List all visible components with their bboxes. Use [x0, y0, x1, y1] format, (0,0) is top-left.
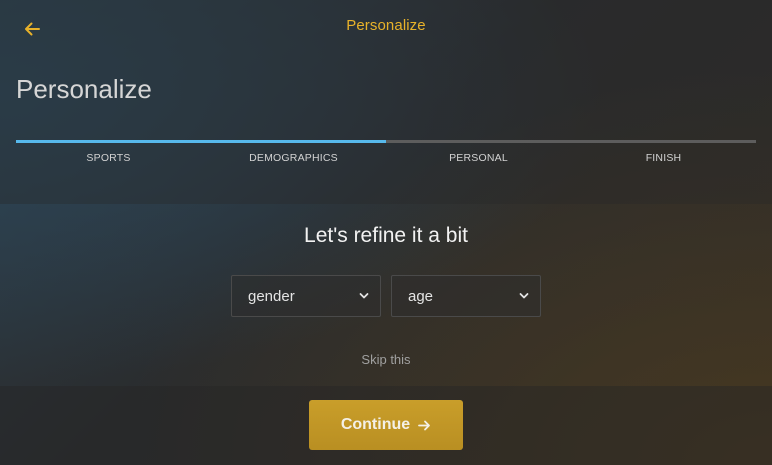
header: Personalize Personalize SPORTS DEMOGRAPH…: [0, 0, 772, 204]
top-bar: Personalize: [0, 0, 772, 56]
page-title: Personalize: [16, 74, 152, 104]
age-select[interactable]: age: [391, 275, 541, 317]
step-demographics[interactable]: DEMOGRAPHICS: [201, 152, 386, 164]
step-finish[interactable]: FINISH: [571, 152, 756, 164]
continue-button-label: Continue: [340, 416, 411, 433]
chevron-down-icon: [519, 293, 529, 299]
section-heading: Let's refine it a bit: [304, 224, 468, 247]
footer: Continue: [0, 386, 772, 465]
progress-bar: [16, 140, 756, 143]
topbar-title: Personalize: [346, 17, 426, 34]
age-select-value: age: [408, 288, 434, 305]
step-sports[interactable]: SPORTS: [16, 152, 201, 164]
progress-fill: [16, 140, 386, 143]
arrow-right-icon: [418, 420, 431, 430]
main-content: Let's refine it a bit gender age Skip th…: [0, 204, 772, 386]
chevron-down-icon: [359, 293, 369, 299]
skip-link[interactable]: Skip this: [0, 352, 772, 367]
continue-button[interactable]: Continue: [309, 400, 463, 450]
step-list: SPORTS DEMOGRAPHICS PERSONAL FINISH: [16, 152, 756, 164]
gender-select-value: gender: [248, 288, 295, 305]
step-personal[interactable]: PERSONAL: [386, 152, 571, 164]
gender-select[interactable]: gender: [231, 275, 381, 317]
